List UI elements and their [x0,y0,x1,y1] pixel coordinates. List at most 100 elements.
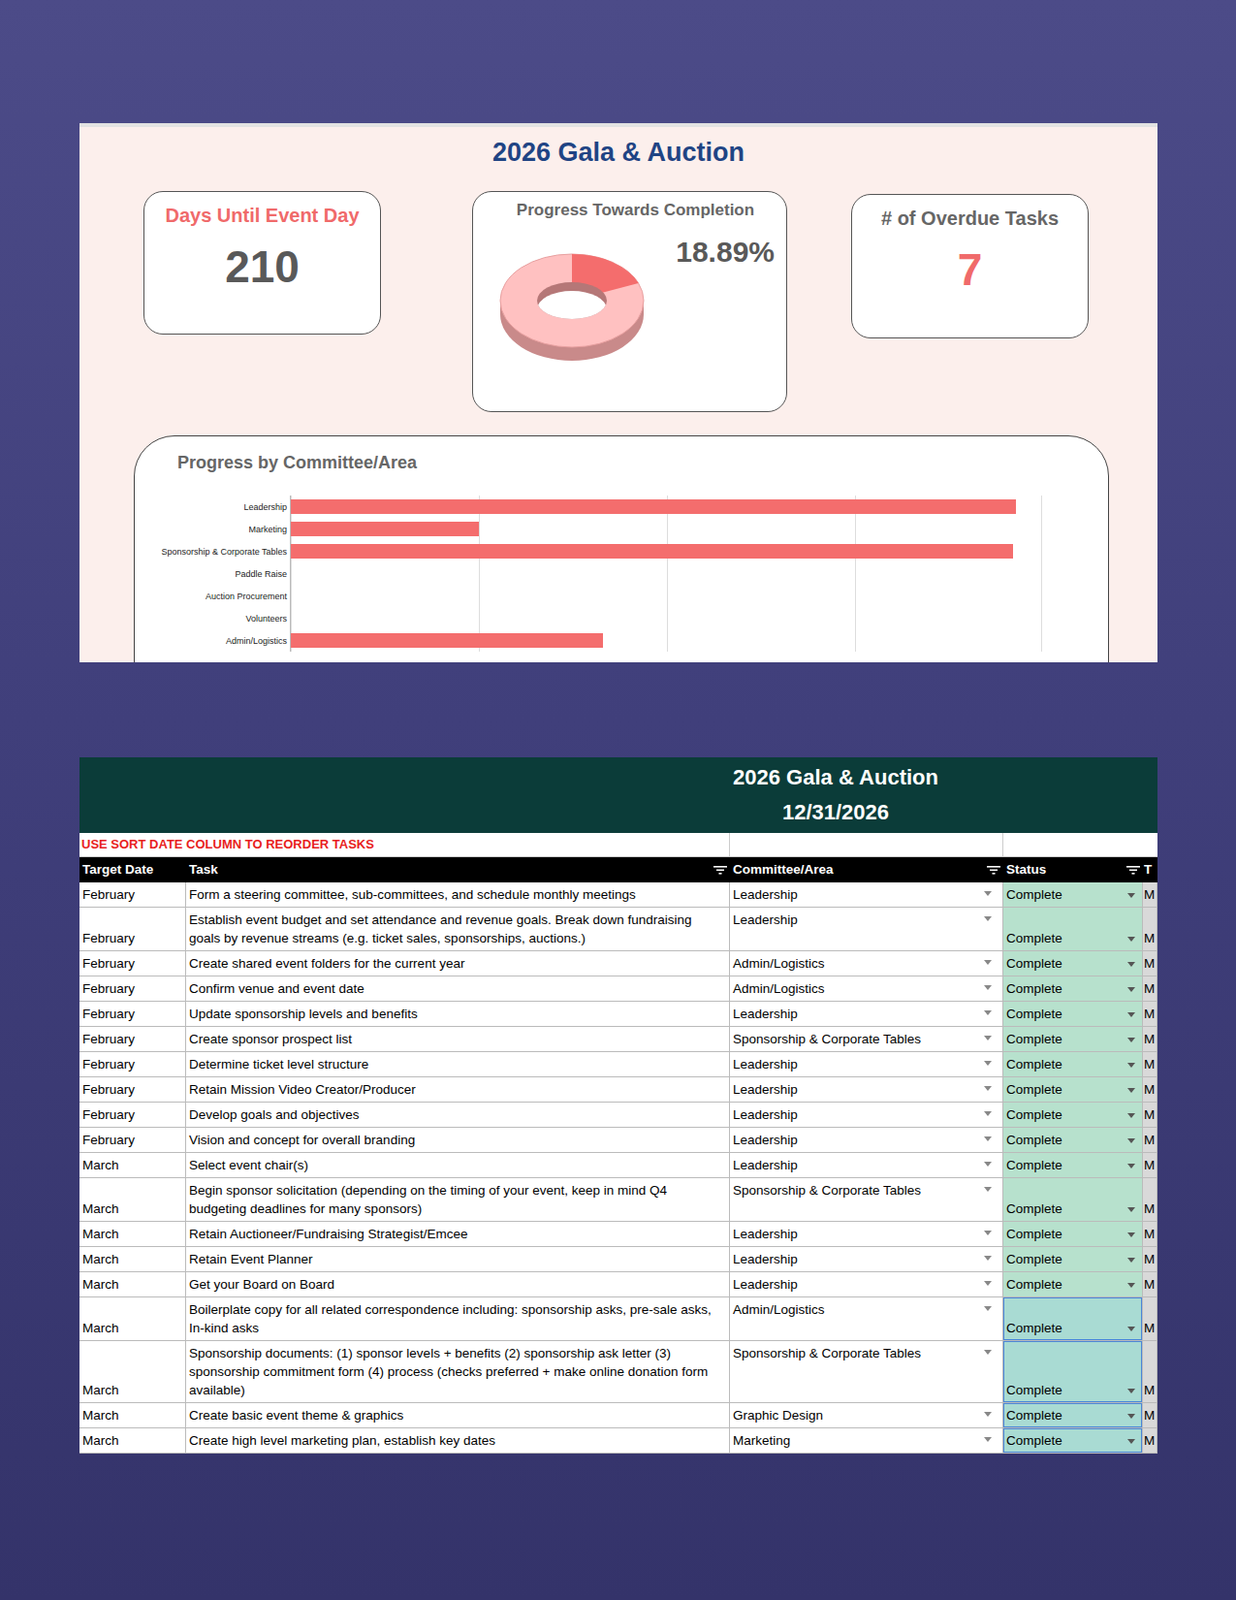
committee-cell[interactable]: Admin/Logistics [729,976,1004,1002]
dropdown-arrow-icon[interactable] [1127,1062,1136,1068]
dropdown-arrow-icon[interactable] [1127,936,1136,942]
status-cell[interactable]: Complete [1003,950,1143,977]
dropdown-arrow-icon[interactable] [983,1186,992,1192]
extra-cell[interactable]: M [1142,1077,1158,1103]
date-cell[interactable]: February [79,907,187,951]
task-cell[interactable]: Develop goals and objectives [186,1102,730,1128]
extra-cell[interactable]: M [1142,1127,1158,1153]
extra-cell[interactable]: M [1142,1427,1158,1454]
extra-cell[interactable]: M [1142,950,1158,977]
table-row[interactable]: MarchCreate high level marketing plan, e… [79,1427,1158,1454]
dropdown-arrow-icon[interactable] [1127,1326,1136,1332]
committee-cell[interactable]: Sponsorship & Corporate Tables [729,1340,1004,1403]
committee-cell[interactable]: Leadership [729,1077,1004,1103]
table-row[interactable]: FebruaryUpdate sponsorship levels and be… [79,1001,1158,1027]
dropdown-arrow-icon[interactable] [1127,1388,1136,1394]
task-cell[interactable]: Vision and concept for overall branding [186,1127,730,1153]
committee-cell[interactable]: Leadership [729,1102,1004,1128]
dropdown-arrow-icon[interactable] [1127,961,1136,967]
extra-cell[interactable]: M [1142,1051,1158,1078]
task-cell[interactable]: Sponsorship documents: (1) sponsor level… [186,1340,730,1403]
extra-cell[interactable]: M [1142,1402,1158,1428]
date-cell[interactable]: February [79,976,187,1002]
extra-cell[interactable]: M [1142,1297,1158,1341]
committee-cell[interactable]: Leadership [729,882,1004,908]
date-cell[interactable]: February [79,1001,187,1027]
committee-cell[interactable]: Leadership [729,1051,1004,1078]
status-cell[interactable]: Complete [1003,1221,1143,1247]
task-cell[interactable]: Select event chair(s) [186,1152,730,1178]
committee-cell[interactable]: Leadership [729,1127,1004,1153]
task-cell[interactable]: Retain Mission Video Creator/Producer [186,1077,730,1103]
date-cell[interactable]: March [79,1340,187,1403]
table-row[interactable]: FebruaryDevelop goals and objectivesLead… [79,1102,1158,1128]
status-cell[interactable]: Complete [1003,1102,1143,1128]
date-cell[interactable]: March [79,1152,187,1178]
committee-cell[interactable]: Leadership [729,907,1004,951]
column-heading[interactable]: T [1142,856,1158,883]
committee-cell[interactable]: Admin/Logistics [729,1297,1004,1341]
table-row[interactable]: MarchBegin sponsor solicitation (dependi… [79,1177,1158,1222]
date-cell[interactable]: February [79,1051,187,1078]
extra-cell[interactable]: M [1142,1221,1158,1247]
task-cell[interactable]: Create basic event theme & graphics [186,1402,730,1428]
dropdown-arrow-icon[interactable] [983,1230,992,1236]
status-cell[interactable]: Complete [1003,882,1143,908]
dropdown-arrow-icon[interactable] [983,1035,992,1041]
extra-cell[interactable]: M [1142,1340,1158,1403]
table-row[interactable]: FebruaryCreate sponsor prospect listSpon… [79,1026,1158,1052]
committee-cell[interactable]: Marketing [729,1427,1004,1454]
date-cell[interactable]: March [79,1221,187,1247]
dropdown-arrow-icon[interactable] [983,1060,992,1066]
dropdown-arrow-icon[interactable] [983,959,992,965]
dropdown-arrow-icon[interactable] [1127,1037,1136,1043]
dropdown-arrow-icon[interactable] [1127,1163,1136,1169]
task-cell[interactable]: Establish event budget and set attendanc… [186,907,730,951]
task-cell[interactable]: Retain Event Planner [186,1246,730,1272]
status-cell[interactable]: Complete [1003,1127,1143,1153]
dropdown-arrow-icon[interactable] [1127,1087,1136,1093]
task-cell[interactable]: Boilerplate copy for all related corresp… [186,1297,730,1341]
date-cell[interactable]: March [79,1402,187,1428]
dropdown-arrow-icon[interactable] [1127,1232,1136,1237]
extra-cell[interactable]: M [1142,1271,1158,1298]
dropdown-arrow-icon[interactable] [1127,1257,1136,1263]
table-row[interactable]: FebruaryDetermine ticket level structure… [79,1051,1158,1078]
dropdown-arrow-icon[interactable] [983,1010,992,1015]
date-cell[interactable]: February [79,1102,187,1128]
extra-cell[interactable]: M [1142,1246,1158,1272]
table-row[interactable]: MarchCreate basic event theme & graphics… [79,1402,1158,1428]
committee-cell[interactable]: Leadership [729,1001,1004,1027]
task-cell[interactable]: Begin sponsor solicitation (depending on… [186,1177,730,1222]
dropdown-arrow-icon[interactable] [983,1349,992,1355]
status-cell[interactable]: Complete [1003,1340,1143,1403]
extra-cell[interactable]: M [1142,1177,1158,1222]
date-cell[interactable]: March [79,1427,187,1454]
table-row[interactable]: MarchGet your Board on BoardLeadershipCo… [79,1271,1158,1298]
column-heading[interactable]: Committee/Area [729,856,1004,883]
dropdown-arrow-icon[interactable] [1127,1413,1136,1419]
date-cell[interactable]: March [79,1271,187,1298]
task-cell[interactable]: Create high level marketing plan, establ… [186,1427,730,1454]
dropdown-arrow-icon[interactable] [1127,1282,1136,1288]
table-row[interactable]: MarchBoilerplate copy for all related co… [79,1297,1158,1341]
date-cell[interactable]: March [79,1246,187,1272]
extra-cell[interactable]: M [1142,882,1158,908]
dropdown-arrow-icon[interactable] [1127,1206,1136,1212]
column-heading[interactable]: Target Date [79,856,187,883]
column-heading[interactable]: Status [1003,856,1143,883]
status-cell[interactable]: Complete [1003,907,1143,951]
task-cell[interactable]: Confirm venue and event date [186,976,730,1002]
extra-cell[interactable]: M [1142,1001,1158,1027]
date-cell[interactable]: March [79,1297,187,1341]
table-row[interactable]: MarchSponsorship documents: (1) sponsor … [79,1340,1158,1403]
dropdown-arrow-icon[interactable] [983,890,992,896]
dropdown-arrow-icon[interactable] [1127,1138,1136,1143]
status-cell[interactable]: Complete [1003,1427,1143,1454]
committee-cell[interactable]: Leadership [729,1221,1004,1247]
extra-cell[interactable]: M [1142,1102,1158,1128]
filter-icon[interactable] [986,864,1001,875]
task-cell[interactable]: Determine ticket level structure [186,1051,730,1078]
status-cell[interactable]: Complete [1003,1026,1143,1052]
dropdown-arrow-icon[interactable] [983,1255,992,1261]
